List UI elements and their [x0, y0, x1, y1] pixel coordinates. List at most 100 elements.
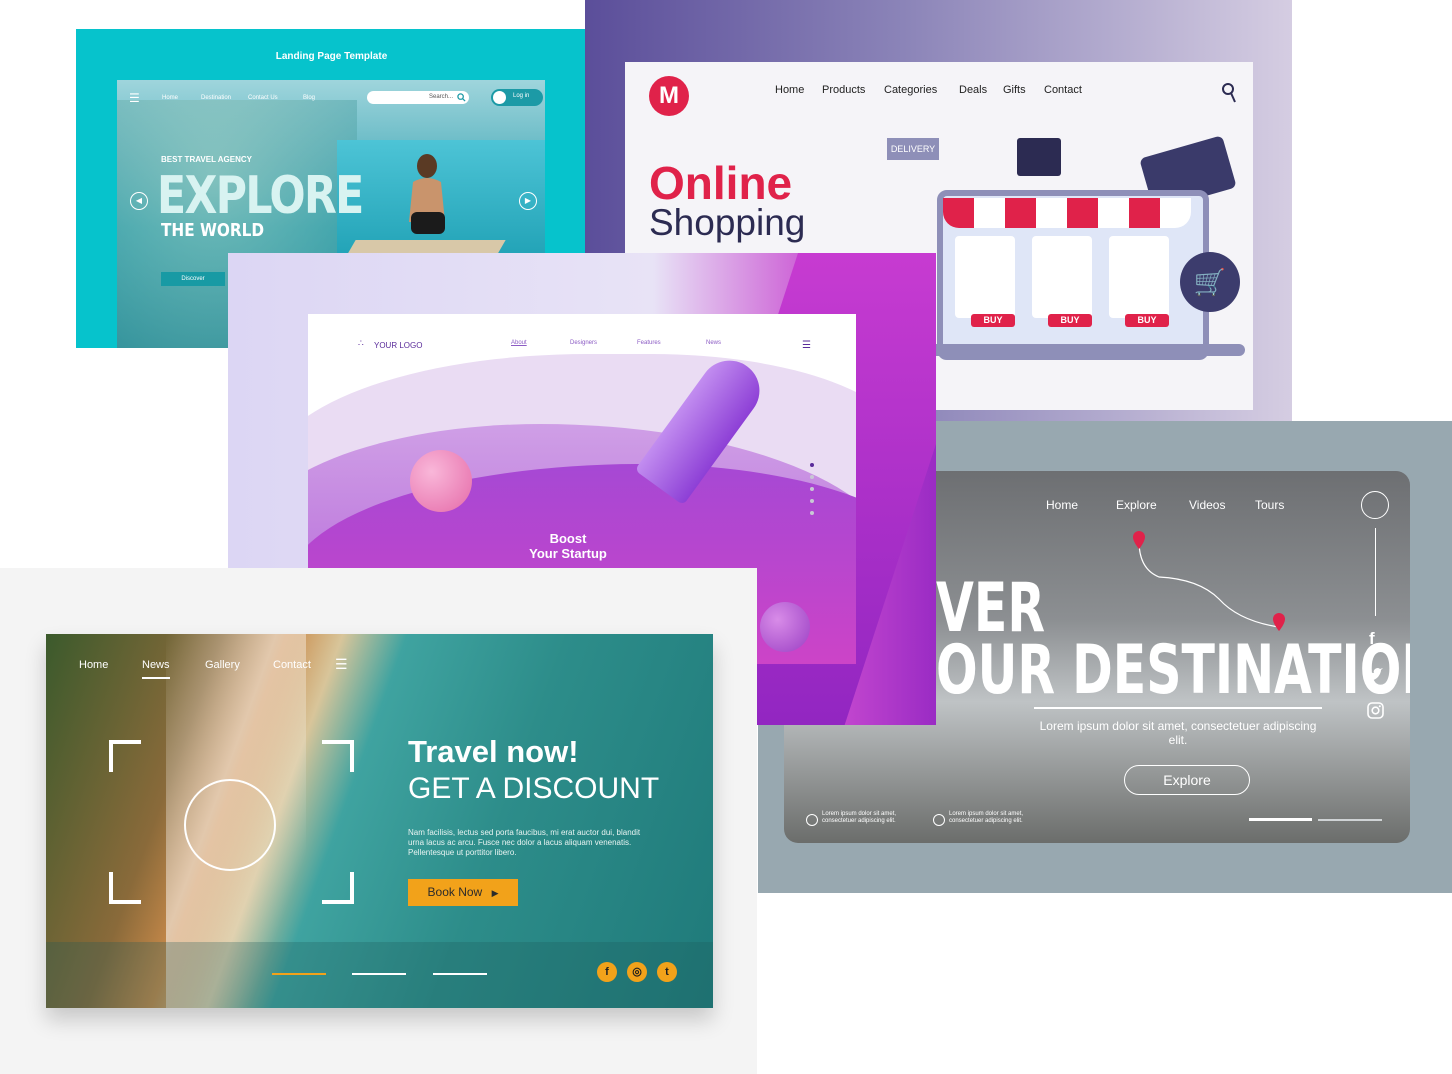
headline-line2: Your Startup: [529, 546, 607, 561]
buy-button[interactable]: BUY: [971, 314, 1015, 327]
facebook-icon[interactable]: f: [1369, 629, 1375, 649]
instagram-icon[interactable]: [1367, 702, 1384, 719]
headline-line1: Boost: [549, 531, 587, 546]
menu-icon[interactable]: ☰: [802, 340, 811, 351]
facebook-icon[interactable]: f: [597, 962, 617, 982]
nav-gifts[interactable]: Gifts: [1003, 84, 1026, 96]
gift-icon: [1017, 138, 1061, 176]
nav-home[interactable]: Home: [79, 659, 108, 671]
slide-indicator[interactable]: [352, 973, 406, 975]
buy-button[interactable]: BUY: [1125, 314, 1169, 327]
nav-tours[interactable]: Tours: [1255, 498, 1284, 512]
nav-destination[interactable]: Destination: [201, 95, 231, 101]
nav-blog[interactable]: Blog: [303, 95, 315, 101]
store-awning: [943, 198, 1191, 228]
brand-logo[interactable]: M: [649, 76, 689, 116]
frame-corner: [322, 740, 354, 772]
search-placeholder: Search...: [428, 94, 453, 100]
boost-headline: Boost Your Startup: [468, 531, 668, 561]
nav-home[interactable]: Home: [1046, 498, 1078, 512]
play-icon: ▶: [491, 888, 499, 898]
shopping-cart-icon: 🛒: [1180, 252, 1240, 312]
headline-shopping: Shopping: [649, 202, 806, 243]
delivery-truck-icon: DELIVERY: [887, 138, 939, 160]
twitter-icon[interactable]: [1366, 667, 1384, 683]
play-icon[interactable]: [806, 814, 818, 826]
nav-products[interactable]: Products: [822, 84, 865, 96]
chevron-left-icon[interactable]: ◀: [130, 192, 148, 210]
tagline: BEST TRAVEL AGENCY: [161, 155, 252, 164]
book-now-button[interactable]: Book Now ▶: [408, 879, 518, 906]
nav-deals[interactable]: Deals: [959, 84, 987, 96]
pager-dot[interactable]: [810, 511, 814, 515]
frame-corner: [322, 872, 354, 904]
nav-home[interactable]: Home: [775, 84, 804, 96]
user-icon: [493, 91, 506, 104]
nav-gallery[interactable]: Gallery: [205, 659, 240, 671]
nav-contact[interactable]: Contact: [273, 659, 311, 671]
slide-indicator-active[interactable]: [1249, 818, 1312, 821]
menu-icon[interactable]: ☰: [129, 91, 140, 105]
travel-description: Nam facilisis, lectus sed porta faucibus…: [408, 828, 641, 857]
pager-dot[interactable]: [810, 475, 814, 479]
pink-planet-image: [410, 450, 472, 512]
slide-indicator-active[interactable]: [272, 973, 326, 975]
headline-travel-now: Travel now!: [408, 734, 579, 769]
purple-planet-image: [760, 602, 810, 652]
nav-contact[interactable]: Contact: [1044, 84, 1082, 96]
nav-videos[interactable]: Videos: [1189, 498, 1225, 512]
logo-dots-icon: ∴: [358, 338, 364, 348]
login-button[interactable]: Log in: [491, 89, 543, 106]
vertical-divider: [1375, 528, 1376, 616]
discover-button[interactable]: Discover: [161, 272, 225, 286]
route-path-icon: [1133, 531, 1285, 631]
search-icon[interactable]: [1221, 82, 1237, 104]
nav-news[interactable]: News: [142, 659, 170, 671]
footer-note: Lorem ipsum dolor sit amet, consectetuer…: [949, 811, 1024, 824]
nav-explore[interactable]: Explore: [1116, 498, 1157, 512]
pager-dot[interactable]: [810, 499, 814, 503]
headline-underline: [1034, 707, 1322, 709]
nav-home[interactable]: Home: [162, 95, 178, 101]
chevron-right-icon[interactable]: ▶: [519, 192, 537, 210]
nav-news[interactable]: News: [706, 340, 721, 346]
product-heels: [1032, 236, 1092, 318]
pager-dot[interactable]: [810, 487, 814, 491]
brand-logo[interactable]: YOUR LOGO: [374, 341, 422, 350]
nav-about[interactable]: About: [511, 340, 527, 346]
headline-discount: GET A DISCOUNT: [408, 772, 660, 805]
login-label: Log in: [513, 93, 530, 99]
instagram-icon[interactable]: ◎: [627, 962, 647, 982]
search-icon: [457, 93, 466, 102]
active-nav-underline: [142, 677, 170, 679]
twitter-icon[interactable]: t: [657, 962, 677, 982]
headline-line2: OUR DESTINATION: [936, 631, 1410, 710]
nav-contact-us[interactable]: Contact Us: [248, 95, 278, 101]
destination-description: Lorem ipsum dolor sit amet, consectetuer…: [1039, 719, 1317, 747]
pager-dot-active[interactable]: [810, 463, 814, 467]
menu-icon[interactable]: [1361, 491, 1389, 519]
subheadline: THE WORLD: [161, 220, 265, 241]
nav-features[interactable]: Features: [637, 340, 661, 346]
template-title: Landing Page Template: [275, 51, 388, 62]
travel-now-preview: Home News Gallery Contact ☰ Travel now! …: [46, 634, 713, 1008]
footer-note: Lorem ipsum dolor sit amet, consectetuer…: [822, 811, 897, 824]
frame-corner: [109, 872, 141, 904]
laptop-base: [915, 344, 1245, 356]
focus-circle-icon: [184, 779, 276, 871]
explore-button[interactable]: Explore: [1124, 765, 1250, 795]
sitting-woman-image: [409, 154, 445, 234]
product-jacket: [955, 236, 1015, 318]
frame-corner: [109, 740, 141, 772]
headline: EXPLORE: [157, 166, 364, 226]
buy-button[interactable]: BUY: [1048, 314, 1092, 327]
slide-indicator[interactable]: [1318, 819, 1382, 821]
nav-categories[interactable]: Categories: [884, 84, 937, 96]
book-now-label: Book Now: [427, 885, 483, 899]
menu-icon[interactable]: ☰: [335, 656, 348, 673]
product-trousers: [1109, 236, 1169, 318]
search-input[interactable]: Search...: [367, 91, 469, 104]
nav-designers[interactable]: Designers: [570, 340, 597, 346]
slide-indicator[interactable]: [433, 973, 487, 975]
play-icon[interactable]: [933, 814, 945, 826]
